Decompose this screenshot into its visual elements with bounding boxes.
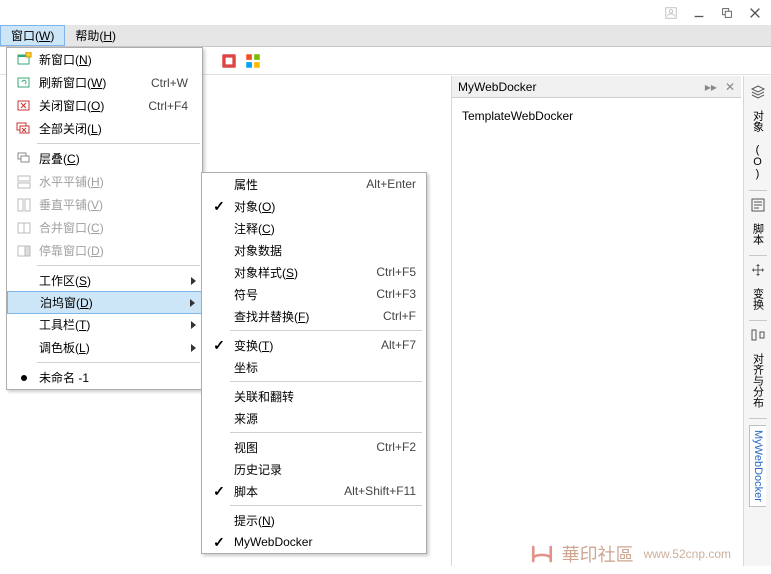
close-window-icon [13,97,35,115]
menu-workspace[interactable]: 工作区(S) [7,269,202,292]
menu-help[interactable]: 帮助(H) [65,25,126,46]
title-bar [0,0,771,25]
app-icon[interactable] [220,52,238,70]
submenu-arrow-icon [190,299,195,307]
script-icon[interactable] [750,197,766,213]
accel-label: Ctrl+W [151,76,202,90]
submenu-object-data[interactable]: 对象数据 [202,239,426,261]
windows-icon[interactable] [244,52,262,70]
menu-separator [37,143,200,144]
dockers-submenu: 属性Alt+Enter ✓对象(O) 注释(C) 对象数据 对象样式(S)Ctr… [201,172,427,554]
transform-icon[interactable] [750,262,766,278]
panel-title: MyWebDocker [458,80,705,94]
menu-doc-untitled[interactable]: 未命名 -1 [7,366,202,389]
side-tab-strip: 对象 (O) 脚本 变换 对齐与分布 MyWebDocker [743,76,771,566]
submenu-comment[interactable]: 注释(C) [202,217,426,239]
window-menu-dropdown: 新窗口(N) 刷新窗口(W) Ctrl+W 关闭窗口(O) Ctrl+F4 全部… [6,47,203,390]
menu-separator [230,381,422,382]
menu-combine-windows[interactable]: 合并窗口(C) [7,216,202,239]
submenu-find-replace[interactable]: 查找并替换(F)Ctrl+F [202,305,426,327]
menu-bar: 窗口(W) 帮助(H) [0,25,771,47]
layers-icon[interactable] [750,84,766,100]
menu-tile-vertical[interactable]: 垂直平铺(V) [7,193,202,216]
menu-window[interactable]: 窗口(W) [0,25,65,46]
submenu-history[interactable]: 历史记录 [202,458,426,480]
submenu-hint[interactable]: 提示(N) [202,509,426,531]
submenu-symbol[interactable]: 符号Ctrl+F3 [202,283,426,305]
tile-v-icon [13,196,35,214]
submenu-arrow-icon [191,344,196,352]
submenu-arrow-icon [191,277,196,285]
close-icon[interactable] [745,3,765,23]
menu-separator [230,330,422,331]
panel-item[interactable]: TemplateWebDocker [462,106,731,126]
submenu-mywebdocker[interactable]: ✓MyWebDocker [202,531,426,553]
dock-icon [13,242,35,260]
menu-separator [37,265,200,266]
submenu-view[interactable]: 视图Ctrl+F2 [202,436,426,458]
user-icon[interactable] [661,3,681,23]
menu-palette[interactable]: 调色板(L) [7,336,202,359]
submenu-properties[interactable]: 属性Alt+Enter [202,173,426,195]
align-icon[interactable] [750,327,766,343]
docker-panel: MyWebDocker ▸▸ ✕ TemplateWebDocker [451,76,741,566]
menu-close-window[interactable]: 关闭窗口(O) Ctrl+F4 [7,94,202,117]
submenu-source[interactable]: 来源 [202,407,426,429]
cascade-icon [13,150,35,168]
side-tab-mywebdocker[interactable]: MyWebDocker [749,425,766,507]
submenu-arrow-icon [191,321,196,329]
submenu-object-style[interactable]: 对象样式(S)Ctrl+F5 [202,261,426,283]
menu-tile-horizontal[interactable]: 水平平铺(H) [7,170,202,193]
check-icon: ✓ [210,483,228,500]
submenu-script[interactable]: ✓脚本Alt+Shift+F11 [202,480,426,502]
side-tab-transform[interactable]: 变换 [748,284,768,314]
menu-toolbars[interactable]: 工具栏(T) [7,313,202,336]
close-all-icon [13,120,35,138]
minimize-icon[interactable] [689,3,709,23]
check-icon: ✓ [210,534,228,551]
menu-close-all[interactable]: 全部关闭(L) [7,117,202,140]
check-icon: ✓ [210,337,228,354]
submenu-object[interactable]: ✓对象(O) [202,195,426,217]
menu-separator [37,362,200,363]
submenu-coords[interactable]: 坐标 [202,356,426,378]
side-tab-objects[interactable]: 对象 (O) [748,106,768,184]
submenu-assoc-flip[interactable]: 关联和翻转 [202,385,426,407]
menu-dock-window[interactable]: 停靠窗口(D) [7,239,202,262]
collapse-icon[interactable]: ▸▸ [705,80,717,94]
side-tab-script[interactable]: 脚本 [748,219,768,249]
menu-separator [230,505,422,506]
menu-new-window[interactable]: 新窗口(N) [7,48,202,71]
menu-dockers[interactable]: 泊坞窗(D) [7,291,202,314]
new-window-icon [13,51,35,69]
maximize-icon[interactable] [717,3,737,23]
panel-header: MyWebDocker ▸▸ ✕ [452,76,741,98]
menu-refresh-window[interactable]: 刷新窗口(W) Ctrl+W [7,71,202,94]
tile-h-icon [13,173,35,191]
accel-label: Ctrl+F4 [148,99,202,113]
combine-icon [13,219,35,237]
side-tab-align[interactable]: 对齐与分布 [748,349,768,412]
check-icon: ✓ [210,198,228,215]
menu-cascade[interactable]: 层叠(C) [7,147,202,170]
panel-close-icon[interactable]: ✕ [725,80,735,94]
refresh-window-icon [13,74,35,92]
menu-separator [230,432,422,433]
submenu-transform[interactable]: ✓变换(T)Alt+F7 [202,334,426,356]
bullet-icon [13,369,35,387]
